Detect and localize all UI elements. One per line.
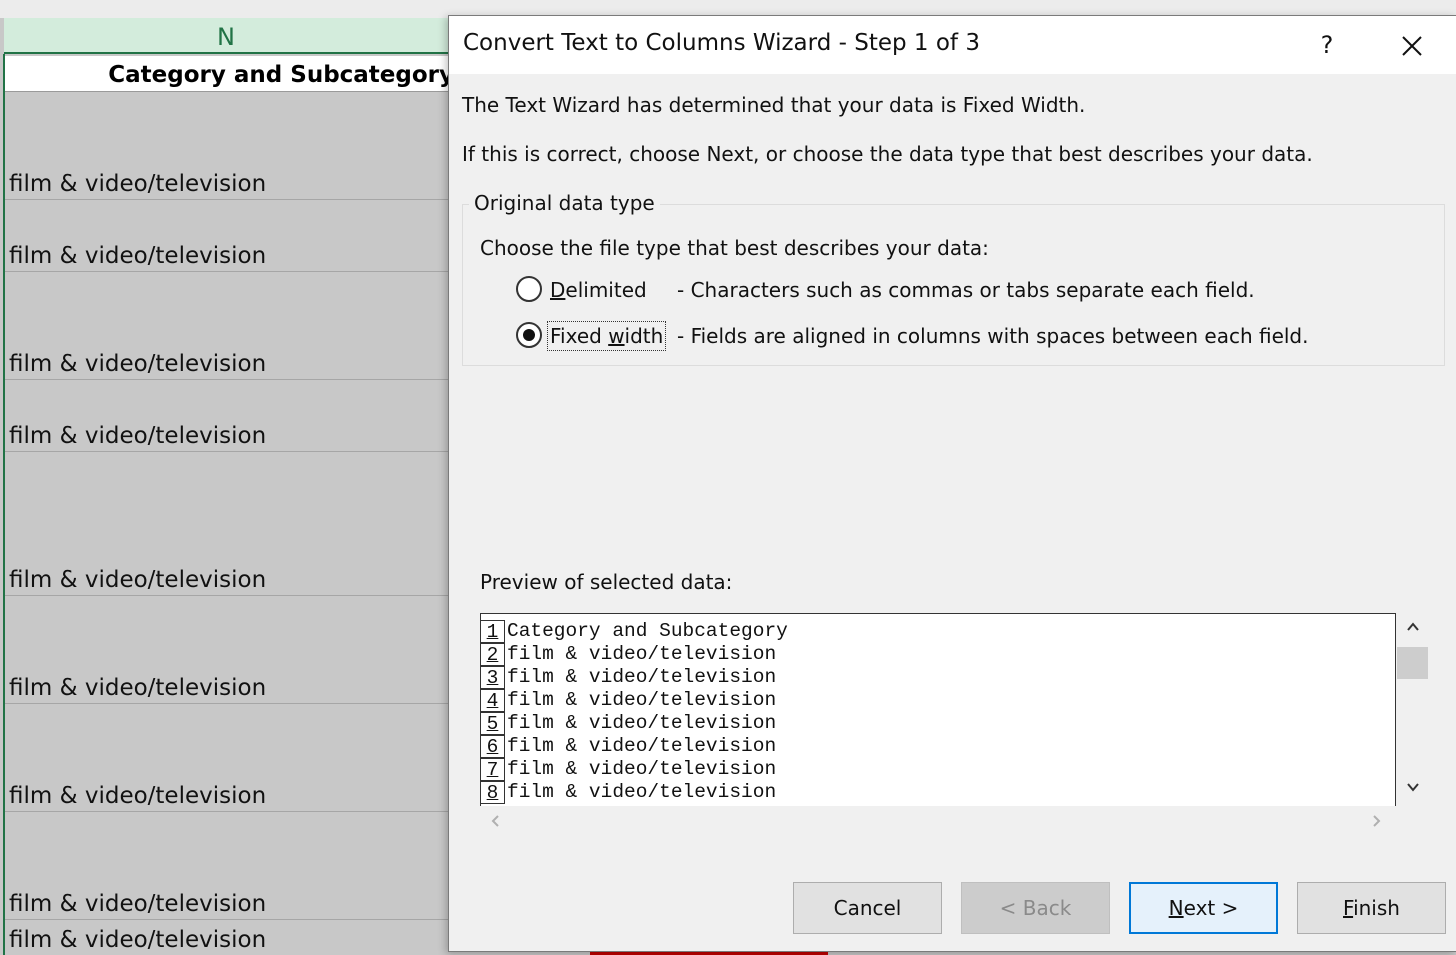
preview-vertical-scrollbar[interactable] bbox=[1396, 613, 1430, 806]
scroll-up-button[interactable] bbox=[1396, 619, 1430, 639]
line-text: film & video/television bbox=[507, 689, 777, 711]
scroll-down-icon bbox=[1407, 783, 1419, 792]
scroll-left-icon bbox=[491, 815, 499, 827]
help-button[interactable]: ? bbox=[1305, 22, 1349, 68]
next-button[interactable]: Next > bbox=[1129, 882, 1278, 934]
preview-horizontal-scrollbar[interactable] bbox=[480, 811, 1396, 835]
line-number: 1 bbox=[481, 620, 505, 643]
close-icon bbox=[1402, 35, 1422, 56]
line-text: film & video/television bbox=[507, 712, 777, 734]
cell-value: film & video/television bbox=[9, 675, 267, 701]
line-number: 5 bbox=[481, 712, 505, 735]
header-cell[interactable]: Category and Subcategory bbox=[5, 56, 456, 92]
table-row[interactable]: film & video/television bbox=[5, 380, 456, 452]
fixed-width-label-rest: idth bbox=[624, 324, 664, 348]
fixed-width-radio[interactable] bbox=[516, 322, 542, 348]
line-text: film & video/television bbox=[507, 758, 777, 780]
preview-line: 3 film & video/television bbox=[481, 666, 1381, 689]
cancel-button[interactable]: Cancel bbox=[793, 882, 942, 934]
preview-line: 6 film & video/television bbox=[481, 735, 1381, 758]
group-prompt: Choose the file type that best describes… bbox=[480, 236, 989, 260]
line-number: 7 bbox=[481, 758, 505, 781]
delimited-label-rest: elimited bbox=[565, 278, 647, 302]
next-label-rest: ext > bbox=[1183, 896, 1239, 920]
preview-pane[interactable]: 1 Category and Subcategory 2 film & vide… bbox=[480, 613, 1396, 806]
finish-label-rest: inish bbox=[1353, 896, 1400, 920]
table-row[interactable]: film & video/television bbox=[5, 92, 456, 200]
delimited-label[interactable]: Delimited bbox=[550, 278, 647, 302]
preview-line: 8 film & video/television bbox=[481, 781, 1381, 804]
dialog-titlebar[interactable]: Convert Text to Columns Wizard - Step 1 … bbox=[449, 16, 1456, 74]
scroll-right-icon bbox=[1373, 815, 1381, 827]
back-button[interactable]: < Back bbox=[961, 882, 1110, 934]
table-row[interactable]: film & video/television bbox=[5, 704, 456, 812]
fixed-width-label[interactable]: Fixed width bbox=[546, 321, 667, 351]
table-row[interactable]: film & video/television bbox=[5, 920, 456, 955]
group-title: Original data type bbox=[469, 191, 660, 215]
cell-value: film & video/television bbox=[9, 783, 267, 809]
line-text: film & video/television bbox=[507, 643, 777, 665]
preview-line: 4 film & video/television bbox=[481, 689, 1381, 712]
fixed-width-label-pre: Fixed bbox=[550, 324, 609, 348]
table-row[interactable]: film & video/television bbox=[5, 812, 456, 920]
intro-text-1: The Text Wizard has determined that your… bbox=[462, 93, 1086, 117]
cell-value: film & video/television bbox=[9, 891, 267, 917]
line-number: 3 bbox=[481, 666, 505, 689]
table-row[interactable]: film & video/television bbox=[5, 452, 456, 596]
preview-line: 2 film & video/television bbox=[481, 643, 1381, 666]
cell-value: film & video/television bbox=[9, 423, 267, 449]
scroll-up-icon bbox=[1407, 622, 1419, 631]
scroll-thumb[interactable] bbox=[1397, 647, 1428, 679]
table-row[interactable]: film & video/television bbox=[5, 200, 456, 272]
line-text: film & video/television bbox=[507, 781, 777, 803]
cell-value: film & video/television bbox=[9, 243, 267, 269]
intro-text-2: If this is correct, choose Next, or choo… bbox=[462, 142, 1313, 166]
line-text: film & video/television bbox=[507, 666, 777, 688]
table-row[interactable]: film & video/television bbox=[5, 272, 456, 380]
scroll-right-button[interactable] bbox=[1366, 813, 1386, 833]
line-number: 2 bbox=[481, 643, 505, 666]
cell-value: film & video/television bbox=[9, 351, 267, 377]
next-accel: N bbox=[1168, 896, 1184, 920]
line-number: 6 bbox=[481, 735, 505, 758]
preview-line: 5 film & video/television bbox=[481, 712, 1381, 735]
finish-accel: F bbox=[1343, 896, 1354, 920]
line-text: film & video/television bbox=[507, 735, 777, 757]
cell-value: film & video/television bbox=[9, 567, 267, 593]
fixed-width-description: - Fields are aligned in columns with spa… bbox=[677, 324, 1309, 348]
line-number: 4 bbox=[481, 689, 505, 712]
preview-line: 1 Category and Subcategory bbox=[481, 620, 1381, 643]
cell-value: film & video/television bbox=[9, 927, 267, 953]
close-button[interactable] bbox=[1387, 22, 1437, 68]
dialog-title: Convert Text to Columns Wizard - Step 1 … bbox=[463, 30, 980, 56]
radio-selected-dot bbox=[523, 329, 535, 341]
line-text: Category and Subcategory bbox=[507, 620, 788, 642]
fixed-width-accel: w bbox=[608, 324, 625, 348]
delimited-accel: D bbox=[550, 278, 566, 302]
line-number: 8 bbox=[481, 781, 505, 804]
delimited-description: - Characters such as commas or tabs sepa… bbox=[677, 278, 1255, 302]
scroll-left-button[interactable] bbox=[486, 813, 506, 833]
preview-line: 7 film & video/television bbox=[481, 758, 1381, 781]
preview-label: Preview of selected data: bbox=[480, 570, 733, 594]
table-row[interactable]: film & video/television bbox=[5, 596, 456, 704]
scroll-down-button[interactable] bbox=[1396, 779, 1430, 799]
text-to-columns-dialog: Convert Text to Columns Wizard - Step 1 … bbox=[448, 15, 1456, 952]
cell-value: film & video/television bbox=[9, 171, 267, 197]
finish-button[interactable]: Finish bbox=[1297, 882, 1446, 934]
delimited-radio[interactable] bbox=[516, 276, 542, 302]
column-header-n[interactable]: N bbox=[4, 18, 456, 54]
